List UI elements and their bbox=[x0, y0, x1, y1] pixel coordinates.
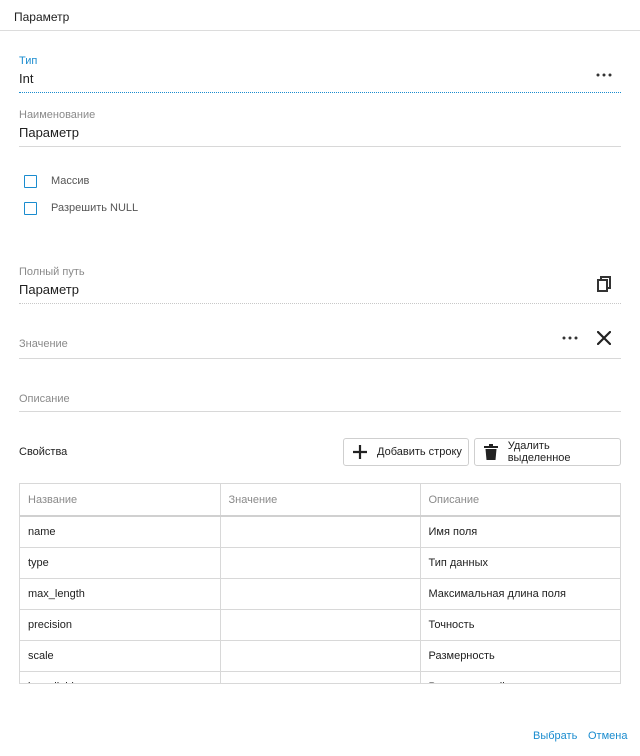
table-row[interactable]: name Имя поля bbox=[20, 516, 620, 548]
plus-icon bbox=[350, 442, 370, 462]
dialog-title: Параметр bbox=[14, 10, 70, 24]
add-row-label: Добавить строку bbox=[377, 446, 462, 458]
table-cell[interactable]: Тип данных bbox=[420, 547, 620, 579]
full-path-field-label: Полный путь bbox=[19, 266, 85, 278]
description-field[interactable]: Описание bbox=[19, 378, 621, 412]
table-cell[interactable]: max_length bbox=[20, 578, 221, 610]
delete-selected-button[interactable]: Удалить выделенное bbox=[474, 438, 621, 466]
value-field-label: Значение bbox=[19, 338, 68, 350]
value-clear-button[interactable] bbox=[592, 328, 616, 348]
more-horizontal-icon bbox=[596, 73, 612, 77]
close-icon bbox=[597, 331, 611, 345]
table-row[interactable]: scale Размерность bbox=[20, 640, 620, 672]
table-cell[interactable]: type bbox=[20, 547, 221, 579]
add-row-button[interactable]: Добавить строку bbox=[343, 438, 469, 466]
array-checkbox[interactable] bbox=[24, 174, 37, 188]
copy-icon bbox=[597, 276, 611, 292]
allow-null-checkbox-label: Разрешить NULL bbox=[51, 202, 139, 214]
table-cell[interactable]: scale bbox=[20, 640, 221, 672]
description-field-label: Описание bbox=[19, 393, 70, 405]
column-header-name[interactable]: Название bbox=[20, 484, 221, 517]
column-header-description[interactable]: Описание bbox=[420, 484, 620, 517]
table-cell[interactable]: name bbox=[20, 516, 221, 548]
table-cell[interactable] bbox=[220, 640, 421, 672]
delete-selected-label: Удалить выделенное bbox=[507, 440, 571, 464]
table-cell[interactable]: Разрешить null bbox=[420, 671, 620, 683]
table-cell[interactable] bbox=[220, 547, 421, 579]
column-header-value[interactable]: Значение bbox=[220, 484, 421, 517]
properties-title: Свойства bbox=[19, 446, 68, 458]
cancel-button[interactable]: Отмена bbox=[588, 730, 627, 742]
name-field-value[interactable]: Параметр bbox=[19, 125, 621, 141]
parameter-dialog: Параметр Тип Int Наименование Параметр М… bbox=[0, 0, 640, 756]
dialog-header: Параметр bbox=[0, 0, 640, 31]
table-row[interactable]: type Тип данных bbox=[20, 547, 620, 579]
full-path-field-value: Параметр bbox=[19, 282, 79, 297]
type-field-label: Тип bbox=[19, 55, 38, 67]
checkbox-array[interactable]: Массив bbox=[24, 173, 89, 189]
table-row[interactable]: precision Точность bbox=[20, 609, 620, 641]
type-field[interactable]: Тип Int bbox=[19, 55, 621, 93]
checkbox-allow-null[interactable]: Разрешить NULL bbox=[24, 200, 138, 216]
table-cell[interactable]: Имя поля bbox=[420, 516, 620, 548]
name-field-label: Наименование bbox=[19, 109, 96, 121]
select-button[interactable]: Выбрать bbox=[533, 730, 577, 742]
table-row[interactable]: max_length Максимальная длина поля bbox=[20, 578, 620, 610]
table-row[interactable]: is_nullable Разрешить null bbox=[20, 671, 620, 683]
full-path-field-underline bbox=[19, 303, 621, 304]
table-cell[interactable]: Максимальная длина поля bbox=[420, 578, 620, 610]
table-header-row: Название Значение Описание bbox=[20, 484, 620, 517]
table-cell[interactable]: is_nullable bbox=[20, 671, 221, 683]
table-cell[interactable] bbox=[220, 609, 421, 641]
value-more-button[interactable] bbox=[558, 328, 582, 348]
value-field-underline bbox=[19, 358, 621, 359]
table-cell[interactable] bbox=[220, 516, 421, 548]
type-more-button[interactable] bbox=[592, 65, 616, 85]
array-checkbox-label: Массив bbox=[51, 175, 90, 187]
name-field[interactable]: Наименование Параметр bbox=[19, 109, 621, 147]
allow-null-checkbox[interactable] bbox=[24, 201, 37, 215]
full-path-field: Полный путь Параметр bbox=[19, 266, 621, 304]
table-cell[interactable]: precision bbox=[20, 609, 221, 641]
value-field[interactable]: Значение bbox=[19, 323, 621, 359]
description-field-underline bbox=[19, 411, 621, 412]
type-field-underline bbox=[19, 92, 621, 93]
more-horizontal-icon bbox=[562, 336, 578, 340]
table-cell[interactable]: Размерность bbox=[420, 640, 620, 672]
table-cell[interactable]: Точность bbox=[420, 609, 620, 641]
name-field-underline bbox=[19, 146, 621, 147]
properties-table: Название Значение Описание name Имя поля… bbox=[19, 483, 621, 684]
table-cell[interactable] bbox=[220, 578, 421, 610]
trash-icon bbox=[481, 442, 501, 462]
table-cell[interactable] bbox=[220, 671, 421, 683]
type-field-value[interactable]: Int bbox=[19, 71, 621, 87]
copy-path-button[interactable] bbox=[592, 274, 616, 294]
